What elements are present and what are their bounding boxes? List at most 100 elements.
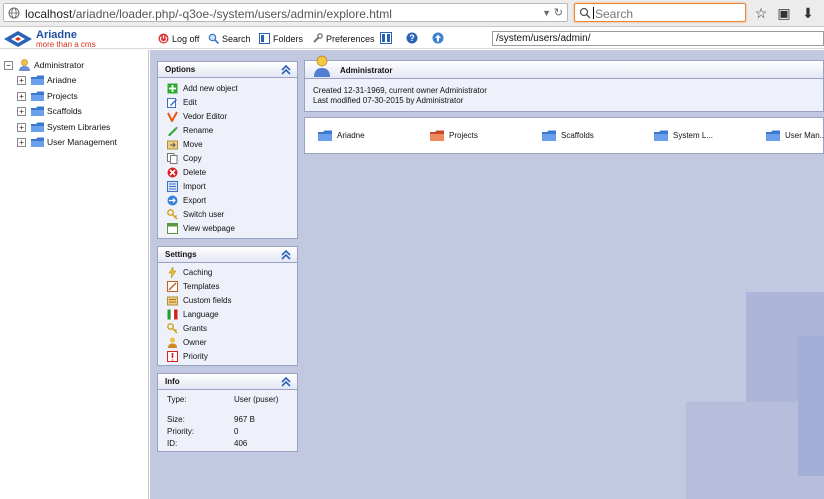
owner-icon <box>168 337 177 348</box>
logoff-label: Log off <box>172 34 200 44</box>
logo-icon <box>4 31 32 47</box>
folder-icon <box>31 75 44 85</box>
object-created: Created 12-31-1969, current owner Admini… <box>313 86 487 95</box>
vedor-icon <box>167 111 178 122</box>
expand-icon[interactable]: + <box>17 123 26 132</box>
path-input[interactable]: /system/users/admin/ <box>492 31 824 46</box>
expand-icon[interactable]: + <box>17 138 26 147</box>
folder-icon <box>31 106 44 116</box>
url-host: localhost <box>25 7 73 21</box>
bookmark-star-icon[interactable]: ☆ <box>753 5 769 21</box>
tree-item-label: Ariadne <box>47 75 77 85</box>
folder-icon <box>766 130 780 141</box>
expand-icon[interactable]: + <box>17 107 26 116</box>
language-icon <box>167 309 178 320</box>
object-title: Administrator <box>340 66 393 75</box>
folders-button[interactable]: Folders <box>259 33 303 45</box>
info-title: Info <box>165 377 180 386</box>
folder-icon <box>318 130 332 141</box>
options-panel: Options Add new object Edit Vedor Editor… <box>157 61 298 239</box>
wrench-icon <box>313 33 323 43</box>
logoff-button[interactable]: Log off <box>158 33 199 45</box>
up-icon[interactable] <box>432 32 444 44</box>
key-icon <box>167 209 178 220</box>
reload-icon[interactable]: ↻ <box>554 6 563 19</box>
folder-icon <box>654 130 668 141</box>
layout-icon[interactable] <box>380 32 392 44</box>
menu-item-label: Custom fields <box>183 296 232 305</box>
menu-item-label: Grants <box>183 324 208 333</box>
ariadne-logo[interactable]: Ariadne more than a cms <box>1 29 151 49</box>
user-icon <box>314 55 330 77</box>
reading-list-icon[interactable]: ▣ <box>776 5 792 21</box>
tree-item-label: System Libraries <box>47 122 111 132</box>
info-row-size: Size: 967 B <box>167 415 292 427</box>
child-item-label: Projects <box>449 131 478 140</box>
url-path: /ariadne/loader.php/-q3oe-/system/users/… <box>72 7 392 21</box>
rename-icon <box>168 126 178 136</box>
preferences-button[interactable]: Preferences <box>312 33 375 45</box>
download-icon[interactable]: ⬇ <box>800 5 816 21</box>
help-icon[interactable]: ? <box>406 32 418 44</box>
menu-item-label: Priority <box>183 352 208 361</box>
collapse-icon[interactable] <box>280 64 292 76</box>
browser-search-input[interactable]: Search <box>574 3 746 22</box>
delete-icon <box>167 167 178 178</box>
folder-icon <box>542 130 556 141</box>
options-panel-header: Options <box>158 62 297 78</box>
edit-icon <box>167 98 177 108</box>
url-bar[interactable]: localhost/ariadne/loader.php/-q3oe-/syst… <box>3 3 568 22</box>
url-dropdown-icon[interactable]: ▼ <box>542 8 551 18</box>
settings-panel: Settings Caching Templates Custom fields… <box>157 246 298 366</box>
child-item-label: Ariadne <box>337 131 365 140</box>
expand-icon[interactable]: + <box>17 92 26 101</box>
info-key: Type: <box>167 395 187 404</box>
svg-text:?: ? <box>409 33 415 43</box>
caching-icon <box>168 267 177 278</box>
explorer-tree: − Administrator + Ariadne + Projects + S… <box>0 50 149 499</box>
menu-item-label: Caching <box>183 268 213 277</box>
tree-root-label: Administrator <box>34 60 85 70</box>
search-placeholder: Search <box>595 7 634 21</box>
tree-item-label: Scaffolds <box>47 106 82 116</box>
info-row-priority: Priority: 0 <box>167 427 292 439</box>
app-toolbar: Ariadne more than a cms Log off Search F… <box>0 28 824 49</box>
info-value: 0 <box>234 427 239 436</box>
menu-item-label: Export <box>183 196 207 205</box>
menu-item-label: View webpage <box>183 224 235 233</box>
settings-panel-header: Settings <box>158 247 297 263</box>
info-value: User (puser) <box>234 395 279 404</box>
info-key: Priority: <box>167 427 195 436</box>
templates-icon <box>167 281 178 292</box>
custom-fields-icon <box>167 296 178 306</box>
menu-item-label: Add new object <box>183 84 238 93</box>
collapse-icon[interactable] <box>280 376 292 388</box>
import-icon <box>167 181 178 192</box>
grants-icon <box>167 323 178 334</box>
search-icon <box>208 33 219 44</box>
child-item-label: System L... <box>673 131 714 140</box>
folders-icon <box>259 33 270 44</box>
copy-icon <box>167 153 178 164</box>
url-text: localhost/ariadne/loader.php/-q3oe-/syst… <box>25 7 392 21</box>
globe-icon <box>8 7 20 19</box>
menu-item-label: Edit <box>183 98 197 107</box>
move-icon <box>167 140 178 150</box>
menu-item-label: Switch user <box>183 210 225 219</box>
info-panel: Info Type: User (puser) Size: 967 B Prio… <box>157 373 298 452</box>
projects-folder-icon <box>430 130 444 141</box>
logo-tagline: more than a cms <box>36 40 96 49</box>
expand-icon[interactable]: + <box>17 76 26 85</box>
options-title: Options <box>165 65 196 74</box>
search-label: Search <box>222 34 251 44</box>
collapse-icon[interactable] <box>280 249 292 261</box>
projects-folder-icon <box>31 91 44 101</box>
folder-icon <box>31 122 44 132</box>
collapse-icon[interactable]: − <box>4 61 13 70</box>
user-icon <box>19 59 30 71</box>
search-button[interactable]: Search <box>208 33 251 45</box>
children-view: Ariadne Projects Scaffolds System L... U… <box>304 117 824 154</box>
child-item-label: User Man... <box>785 131 824 140</box>
menu-item-label: Rename <box>183 126 214 135</box>
text-caret <box>593 7 594 19</box>
